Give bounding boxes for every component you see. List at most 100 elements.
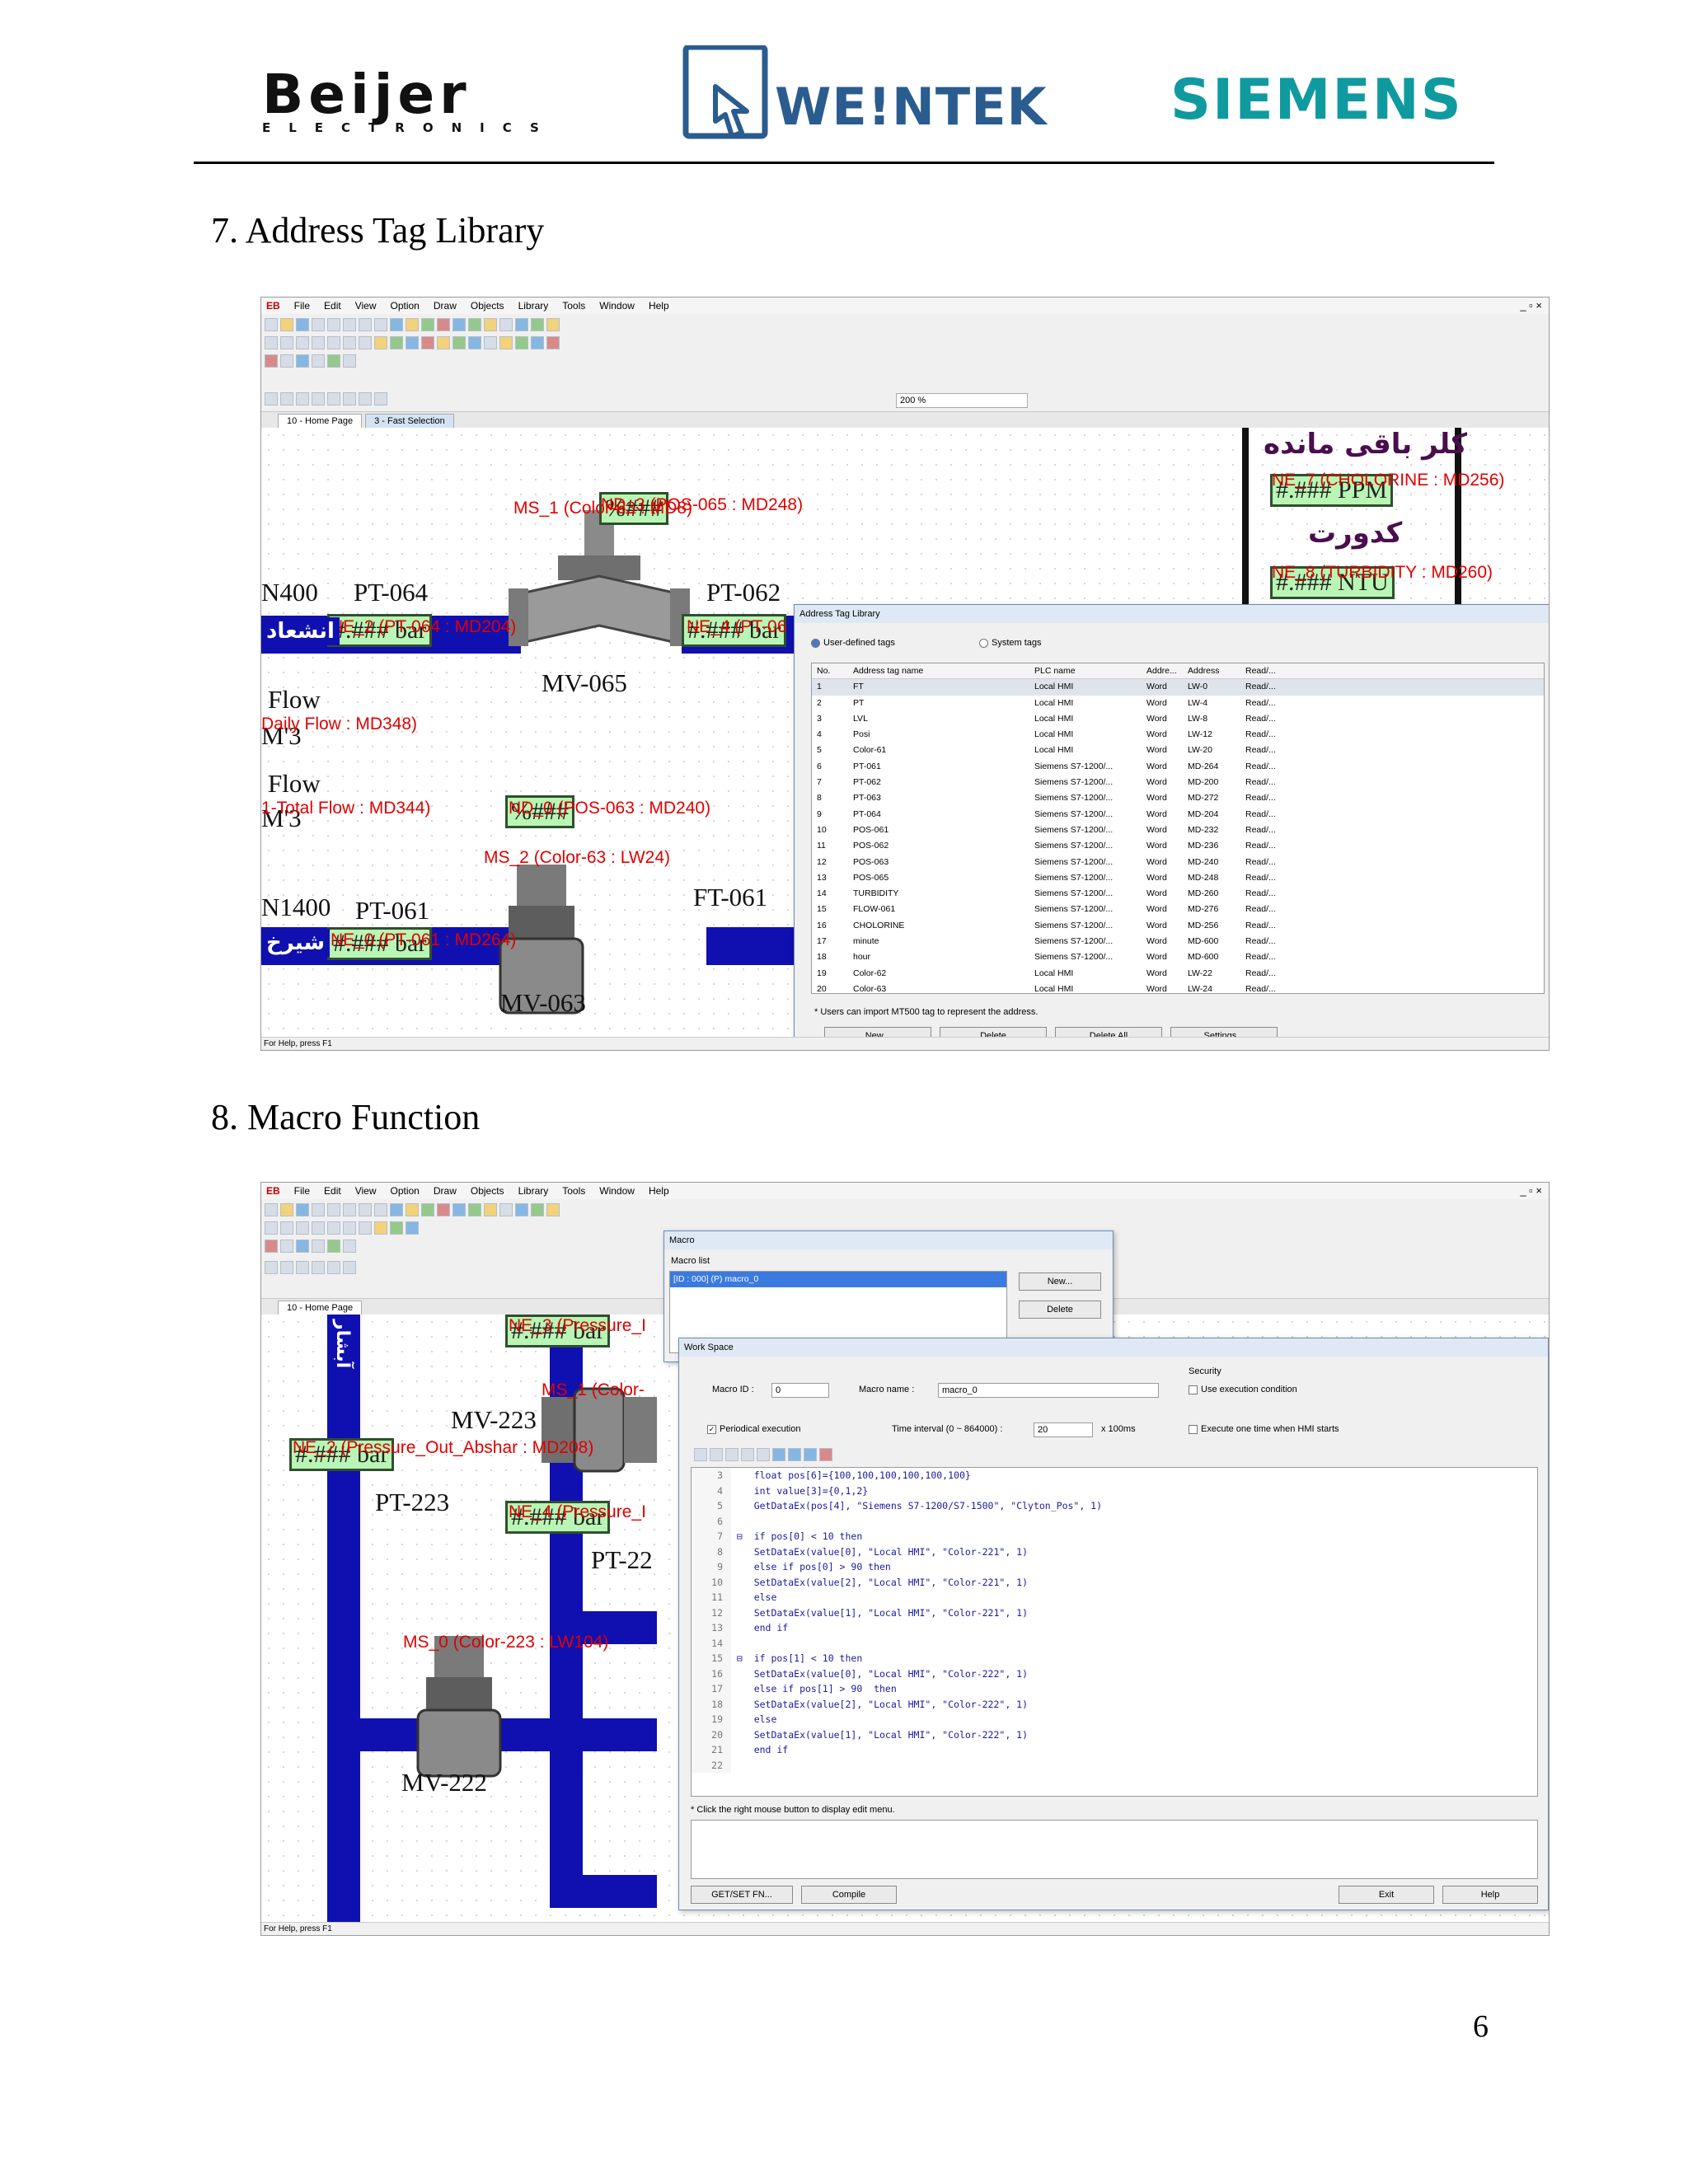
download-icon[interactable] — [452, 318, 466, 331]
align-bottom-icon[interactable] — [312, 392, 325, 405]
sound-icon[interactable] — [499, 1203, 513, 1216]
line-icon[interactable] — [280, 336, 293, 349]
align-left-icon[interactable] — [265, 1261, 278, 1274]
zoom-select[interactable]: 200 % — [896, 393, 1028, 408]
tab-home-page[interactable]: 10 - Home Page — [278, 1301, 363, 1315]
tab-fast-selection[interactable]: 3 - Fast Selection — [365, 414, 454, 428]
object-icon-2[interactable] — [280, 1240, 293, 1253]
code-line[interactable]: 14 — [692, 1635, 1537, 1651]
align-bottom-icon[interactable] — [312, 1261, 325, 1274]
trend-display-icon[interactable] — [499, 336, 513, 349]
code-line[interactable]: 3 float pos[6]={100,100,100,100,100,100} — [692, 1468, 1537, 1483]
compile-icon[interactable] — [437, 1203, 450, 1216]
code-line[interactable]: 10 SetDataEx(value[2], "Local HMI", "Col… — [692, 1574, 1537, 1590]
menu-draw[interactable]: Draw — [434, 300, 457, 312]
object-icon-1[interactable] — [265, 354, 278, 368]
picture-icon[interactable] — [515, 1203, 528, 1216]
table-row[interactable]: 3 LVL Local HMI Word LW-8 Read/... — [812, 711, 1544, 727]
object-icon-6[interactable] — [343, 354, 356, 368]
menu-view[interactable]: View — [355, 300, 377, 312]
macro-new-button[interactable]: New... — [1019, 1272, 1101, 1291]
menu-library[interactable]: Library — [518, 300, 549, 312]
simulation-icon[interactable] — [468, 1203, 481, 1216]
code-line[interactable]: 6 — [692, 1513, 1537, 1529]
table-row[interactable]: 4 Posi Local HMI Word LW-12 Read/... — [812, 727, 1544, 743]
macro-id-field[interactable]: 0 — [771, 1383, 829, 1398]
table-row[interactable]: 17 minute Siemens S7-1200/... Word MD-600 Rea… — [812, 934, 1544, 949]
table-row[interactable]: 12 POS-063 Siemens S7-1200/... Word MD-240 Re… — [812, 855, 1544, 870]
menu-view[interactable]: View — [355, 1185, 377, 1197]
table-row[interactable]: 19 Color-62 Local HMI Word LW-22 Read/... — [812, 966, 1544, 982]
code-line[interactable]: 16 SetDataEx(value[0], "Local HMI", "Col… — [692, 1666, 1537, 1681]
compile-button[interactable]: Compile — [801, 1886, 897, 1904]
find-icon[interactable] — [406, 318, 419, 331]
code-line[interactable]: 18 SetDataEx(value[2], "Local HMI", "Col… — [692, 1696, 1537, 1712]
word-lamp-icon[interactable] — [390, 336, 403, 349]
object-icon-5[interactable] — [327, 354, 340, 368]
code-line[interactable]: 22 — [692, 1757, 1537, 1773]
menu-file[interactable]: File — [294, 300, 310, 312]
tab-home-page[interactable]: 10 - Home Page — [278, 414, 363, 428]
menu-objects[interactable]: Objects — [471, 300, 504, 312]
layer-up-icon[interactable] — [359, 392, 372, 405]
prev-bookmark-icon[interactable] — [804, 1448, 817, 1461]
macro-icon[interactable] — [546, 318, 560, 331]
align-left-icon[interactable] — [265, 392, 278, 405]
macro-code-editor[interactable]: 3 float pos[6]={100,100,100,100,100,100}… — [691, 1467, 1538, 1797]
window-controls[interactable]: _ ▫ × — [1520, 1184, 1542, 1197]
table-row[interactable]: 15 FLOW-061 Siemens S7-1200/... Word MD-276 R… — [812, 902, 1544, 917]
paste-icon[interactable] — [757, 1448, 770, 1461]
exit-button[interactable]: Exit — [1339, 1886, 1434, 1904]
object-icon-5[interactable] — [327, 1240, 340, 1253]
object-icon-4[interactable] — [312, 354, 325, 368]
picture-icon[interactable] — [515, 318, 528, 331]
code-line[interactable]: 9 else if pos[0] > 90 then — [692, 1559, 1537, 1575]
undo-icon[interactable] — [359, 318, 372, 331]
text-icon[interactable] — [359, 1221, 372, 1235]
window-controls[interactable]: _ ▫ × — [1520, 299, 1542, 312]
align-top-icon[interactable] — [296, 1261, 309, 1274]
set-bit-icon[interactable] — [406, 1221, 419, 1235]
rectangle-icon[interactable] — [343, 1221, 356, 1235]
pointer-icon[interactable] — [265, 336, 278, 349]
menu-objects[interactable]: Objects — [471, 1185, 504, 1197]
code-line[interactable]: 17 else if pos[1] > 90 then — [692, 1681, 1537, 1697]
open-folder-icon[interactable] — [280, 318, 293, 331]
grid-icon[interactable] — [421, 318, 434, 331]
object-icon-3[interactable] — [296, 354, 309, 368]
find-icon[interactable] — [406, 1203, 419, 1216]
arc-icon[interactable] — [312, 1221, 325, 1235]
bit-lamp-icon[interactable] — [374, 1221, 387, 1235]
menu-library[interactable]: Library — [518, 1185, 549, 1197]
menu-tools[interactable]: Tools — [562, 300, 585, 312]
print-icon[interactable] — [390, 1203, 403, 1216]
copy-icon[interactable] — [327, 318, 340, 331]
code-line[interactable]: 7 ⊟ if pos[0] < 10 then — [692, 1529, 1537, 1544]
table-row[interactable]: 16 CHOLORINE Siemens S7-1200/... Word MD-256… — [812, 918, 1544, 934]
table-row[interactable]: 20 Color-63 Local HMI Word LW-24 Read/... — [812, 982, 1544, 993]
recipe-icon[interactable] — [546, 336, 560, 349]
word-lamp-icon[interactable] — [390, 1221, 403, 1235]
get-set-fn-button[interactable]: GET/SET FN... — [691, 1886, 793, 1904]
code-line[interactable]: 15 ⊟ if pos[1] < 10 then — [692, 1651, 1537, 1666]
table-row[interactable]: 11 POS-062 Siemens S7-1200/... Word MD-236 Re… — [812, 838, 1544, 854]
compile-icon[interactable] — [437, 318, 450, 331]
meter-icon[interactable] — [484, 336, 497, 349]
execute-once-checkbox[interactable]: Execute one time when HMI starts — [1189, 1424, 1339, 1434]
ungroup-icon[interactable] — [343, 1261, 356, 1274]
code-line[interactable]: 5 GetDataEx(pos[4], "Siemens S7-1200/S7-… — [692, 1498, 1537, 1514]
table-row[interactable]: 10 POS-061 Siemens S7-1200/... Word MD-232 Re… — [812, 823, 1544, 838]
numeric-display-icon[interactable] — [452, 336, 466, 349]
menu-edit[interactable]: Edit — [324, 1185, 341, 1197]
menu-tools[interactable]: Tools — [562, 1185, 585, 1197]
menu-option[interactable]: Option — [391, 300, 420, 312]
tag-library-icon[interactable] — [484, 1203, 497, 1216]
open-folder-icon[interactable] — [280, 1203, 293, 1216]
macro-list-item[interactable]: [ID : 000] (P) macro_0 — [670, 1272, 1006, 1288]
align-right-icon[interactable] — [280, 1261, 293, 1274]
help-button[interactable]: Help — [1442, 1886, 1538, 1904]
radio-user-defined-tags[interactable]: User-defined tags — [811, 638, 895, 648]
function-key-icon[interactable] — [437, 336, 450, 349]
undo-icon[interactable] — [359, 1203, 372, 1216]
cut-icon[interactable] — [312, 1203, 325, 1216]
